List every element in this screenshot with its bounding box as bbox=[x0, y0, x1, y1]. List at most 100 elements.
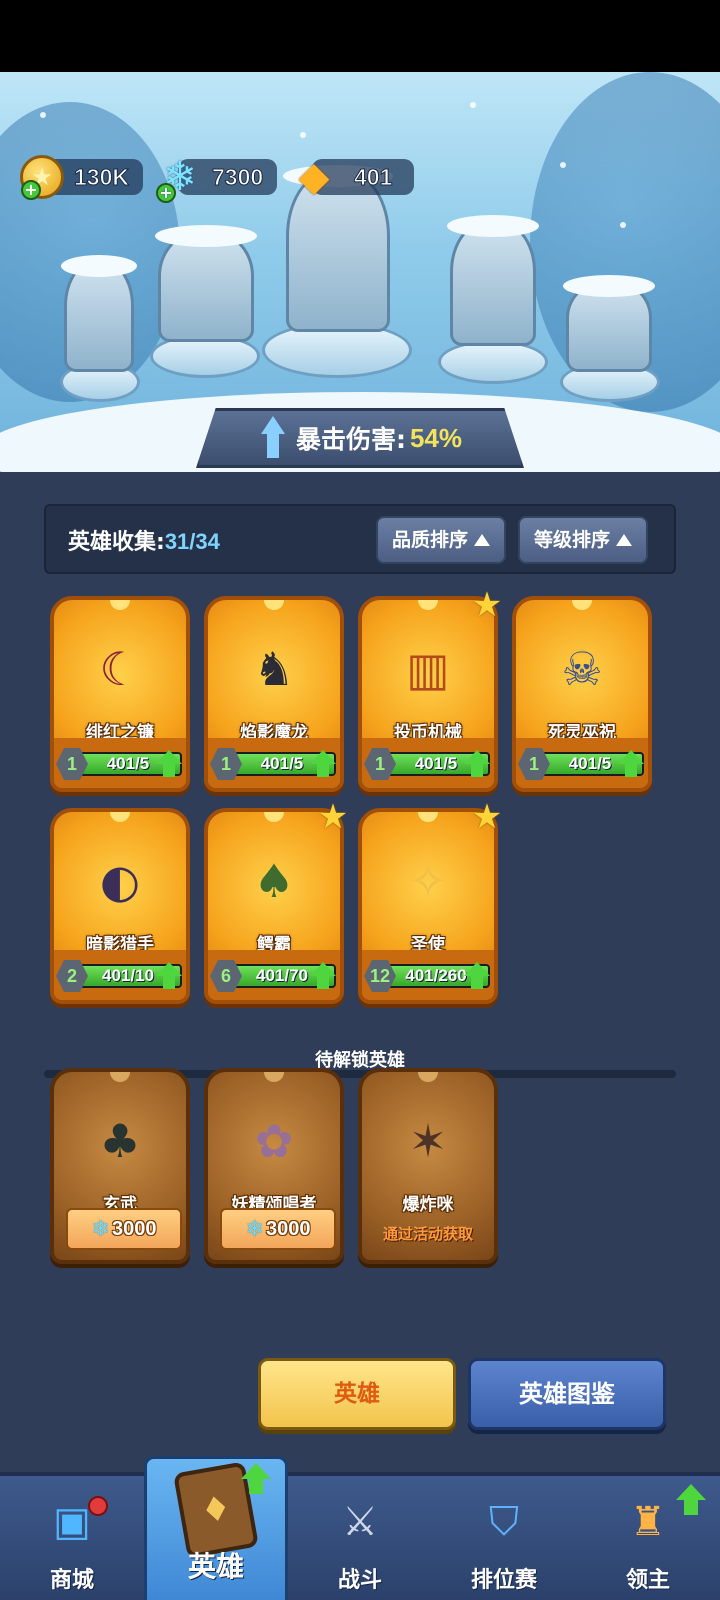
fairy-icon: ✿ bbox=[254, 1114, 294, 1168]
ice-statue[interactable] bbox=[447, 215, 539, 346]
event-unlock-text: 通过活动获取 bbox=[382, 1225, 473, 1243]
collection-label: 英雄收集:31/34 bbox=[68, 524, 220, 556]
crossed-swords-icon: ⚔ bbox=[342, 1499, 378, 1545]
gold-counter[interactable]: ★ + 130K bbox=[20, 155, 143, 200]
plus-icon[interactable]: + bbox=[156, 183, 176, 203]
unlock-cost-button[interactable]: ❄ 3000 bbox=[66, 1208, 182, 1250]
hero-card[interactable]: ◐ 暗影猎手 401/10 2 bbox=[50, 808, 190, 1008]
upgrade-arrow-icon bbox=[618, 750, 644, 778]
collection-label-text: 英雄收集: bbox=[68, 530, 165, 555]
star-icon: ★ bbox=[471, 585, 503, 625]
locked-hero-card[interactable]: ✿ 妖精颂唱者 ❄ 3000 bbox=[204, 1068, 344, 1268]
snowflake bbox=[620, 222, 626, 228]
scythe-demon-icon: ☾ bbox=[99, 642, 141, 696]
card-frame: ✶ 爆炸咪 通过活动获取 bbox=[358, 1068, 498, 1264]
crystal-counter[interactable]: ◆ 401 bbox=[292, 154, 415, 200]
hero-card[interactable]: ♠ 鳄霸 401/70 6 ★ bbox=[204, 800, 348, 1008]
card-frame: ☠ 死灵巫祝 401/5 1 bbox=[512, 596, 652, 792]
ice-statue[interactable] bbox=[563, 275, 655, 372]
dragon-icon: ♞ bbox=[253, 642, 295, 696]
hero-card[interactable]: ✧ 圣使 401/260 12 ★ bbox=[358, 800, 502, 1008]
up-arrow-icon bbox=[258, 416, 288, 460]
tab-label: 商城 bbox=[49, 1568, 94, 1593]
collection-bar: 英雄收集:31/34 品质排序 等级排序 bbox=[44, 504, 676, 574]
card-frame: ♞ 焰影魔龙 401/5 1 bbox=[204, 596, 344, 792]
sort-quality-label: 品质排序 bbox=[392, 529, 469, 551]
rank-shield-icon: ⛉ bbox=[489, 1499, 519, 1545]
blue-gem-icon: ❄ bbox=[245, 1216, 264, 1242]
crit-damage-label: 暴击伤害: bbox=[295, 425, 406, 454]
blue-gem-icon: ❄ bbox=[91, 1216, 110, 1242]
notification-dot bbox=[88, 1496, 108, 1516]
unlock-cost-button[interactable]: ❄ 3000 bbox=[220, 1208, 336, 1250]
sort-level-label: 等级排序 bbox=[534, 529, 611, 551]
upgrade-arrow-icon bbox=[156, 750, 182, 778]
upgrade-arrow-icon bbox=[464, 962, 490, 990]
snowflake bbox=[470, 102, 476, 108]
star-icon: ★ bbox=[471, 797, 503, 837]
hero-tab-button[interactable]: 英雄 bbox=[258, 1358, 456, 1430]
gold-coin-icon: ★ + bbox=[20, 155, 64, 200]
snowflake bbox=[300, 132, 306, 138]
snowflake bbox=[40, 112, 46, 118]
hero-panel: 英雄收集:31/34 品质排序 等级排序 ☾ 绯红之镰 401/5 1 ♞ 焰影… bbox=[0, 472, 720, 1472]
tab-label: 战斗 bbox=[337, 1568, 382, 1593]
crit-damage-banner: 暴击伤害: 54% bbox=[196, 408, 524, 468]
card-frame: ◐ 暗影猎手 401/10 2 bbox=[50, 808, 190, 1004]
tab-label: 排位赛 bbox=[470, 1568, 537, 1593]
unlock-cost: 3000 bbox=[111, 1217, 157, 1240]
crocodile-icon: ♠ bbox=[253, 854, 295, 908]
orange-crystal-icon: ◆ bbox=[298, 154, 330, 200]
blue-gem-icon: ❄ + bbox=[156, 154, 202, 203]
statue-pedestal bbox=[438, 340, 548, 384]
angel-icon: ✧ bbox=[408, 854, 448, 908]
collection-count: 31/34 bbox=[164, 529, 220, 554]
ice-statue[interactable] bbox=[155, 225, 257, 342]
tab-label: 领主 bbox=[625, 1568, 670, 1593]
hero-card[interactable]: ▥ 投币机械 401/5 1 ★ bbox=[358, 588, 502, 796]
tab-hero[interactable]: ♦ 英雄 bbox=[144, 1456, 288, 1600]
star-icon: ★ bbox=[317, 797, 349, 837]
triangle-up-icon bbox=[474, 534, 491, 546]
hooded-hunter-icon: ◐ bbox=[99, 854, 141, 908]
unlock-cost: 3000 bbox=[265, 1217, 311, 1240]
upgrade-arrow-icon bbox=[241, 1463, 271, 1497]
upgrade-arrow-icon bbox=[310, 962, 336, 990]
hero-card[interactable]: ♞ 焰影魔龙 401/5 1 bbox=[204, 596, 344, 796]
upgrade-arrow-icon bbox=[156, 962, 182, 990]
card-frame: ▥ 投币机械 401/5 1 bbox=[358, 596, 498, 792]
crit-damage-value: 54% bbox=[409, 422, 463, 453]
locked-hero-card[interactable]: ♣ 玄武 ❄ 3000 bbox=[50, 1068, 190, 1268]
sort-quality-button[interactable]: 品质排序 bbox=[376, 516, 507, 564]
plus-icon[interactable]: + bbox=[21, 180, 41, 200]
card-frame: ♠ 鳄霸 401/70 6 bbox=[204, 808, 344, 1004]
upgrade-arrow-icon bbox=[464, 750, 490, 778]
hero-name: 爆炸咪 bbox=[402, 1195, 454, 1215]
tab-shop[interactable]: ▣ 商城 bbox=[0, 1476, 144, 1600]
cat-bomber-icon: ✶ bbox=[408, 1114, 448, 1168]
card-frame: ✧ 圣使 401/260 12 bbox=[358, 808, 498, 1004]
slot-machine-icon: ▥ bbox=[406, 642, 450, 696]
status-bar bbox=[0, 0, 720, 72]
ice-statue[interactable] bbox=[61, 255, 137, 372]
hero-atlas-button[interactable]: 英雄图鉴 bbox=[468, 1358, 666, 1430]
tab-label: 英雄 bbox=[187, 1550, 244, 1583]
card-frame: ✿ 妖精颂唱者 ❄ 3000 bbox=[204, 1068, 344, 1264]
sort-level-button[interactable]: 等级排序 bbox=[518, 516, 649, 564]
hero-card[interactable]: ☠ 死灵巫祝 401/5 1 bbox=[512, 596, 652, 796]
triangle-up-icon bbox=[616, 534, 633, 546]
upgrade-arrow-icon bbox=[676, 1484, 706, 1518]
snowflake bbox=[560, 162, 566, 168]
tab-lord[interactable]: ♜ 领主 bbox=[576, 1476, 720, 1600]
card-frame: ☾ 绯红之镰 401/5 1 bbox=[50, 596, 190, 792]
castle-icon: ♜ bbox=[630, 1499, 666, 1545]
card-frame: ♣ 玄武 ❄ 3000 bbox=[50, 1068, 190, 1264]
necromancer-icon: ☠ bbox=[561, 642, 603, 696]
tab-battle[interactable]: ⚔ 战斗 bbox=[288, 1476, 432, 1600]
gem-counter[interactable]: ❄ + 7300 bbox=[156, 154, 278, 203]
hero-card[interactable]: ☾ 绯红之镰 401/5 1 bbox=[50, 596, 190, 796]
turtle-beast-icon: ♣ bbox=[99, 1114, 141, 1168]
tab-ranked[interactable]: ⛉ 排位赛 bbox=[432, 1476, 576, 1600]
upgrade-arrow-icon bbox=[310, 750, 336, 778]
locked-hero-card[interactable]: ✶ 爆炸咪 通过活动获取 bbox=[358, 1068, 498, 1268]
